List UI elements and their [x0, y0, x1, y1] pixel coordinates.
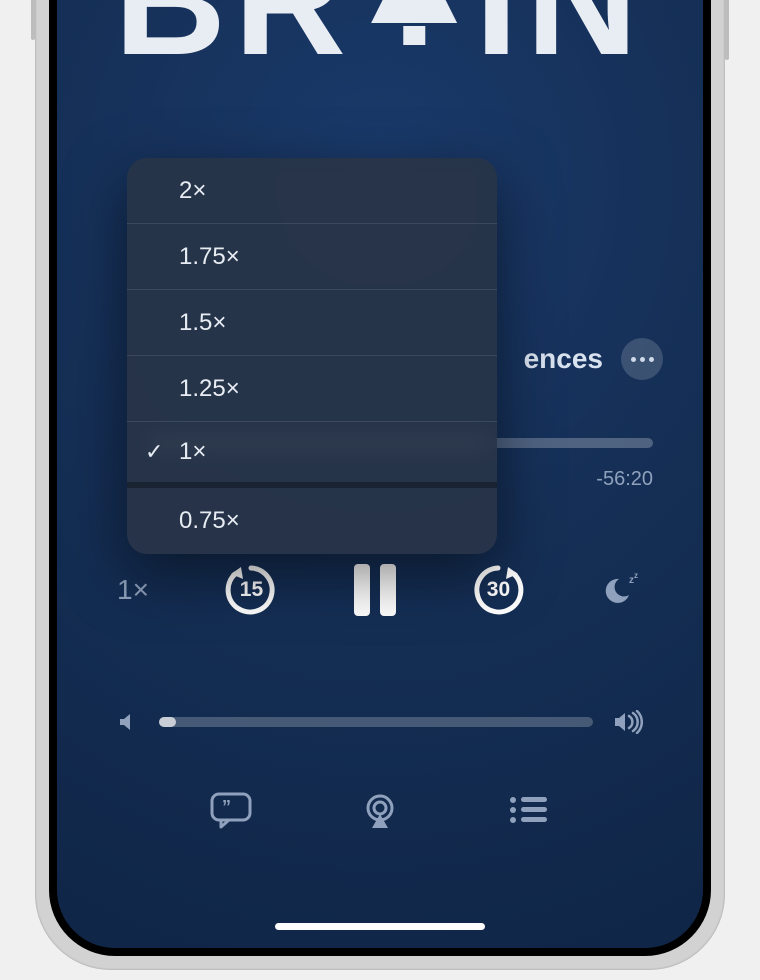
pause-button[interactable] [354, 564, 396, 616]
speed-option[interactable]: 0.75× [127, 488, 497, 554]
svg-text:”: ” [222, 797, 231, 817]
episode-title-row: ences [524, 338, 663, 380]
speed-option-label: 1.75× [179, 243, 240, 271]
skip-back-seconds: 15 [240, 578, 263, 602]
speed-option-label: 1.5× [179, 309, 226, 337]
phone-bezel: BRIN ences -56:20 1× 15 [49, 0, 711, 956]
skip-back-button[interactable]: 15 [221, 560, 281, 620]
airplay-icon [358, 790, 402, 830]
skip-forward-button[interactable]: 30 [468, 560, 528, 620]
volume-low-icon [117, 711, 139, 733]
queue-icon [507, 793, 551, 827]
speed-option-label: 0.75× [179, 507, 240, 535]
speed-option-label: 1.25× [179, 375, 240, 403]
queue-button[interactable] [506, 790, 552, 830]
sleep-timer-button[interactable]: z z [601, 569, 643, 611]
skip-forward-seconds: 30 [487, 578, 510, 602]
check-icon: ✓ [145, 439, 163, 465]
pause-icon [354, 564, 370, 616]
playback-speed-menu: 2× 1.75× 1.5× 1.25× ✓ 1× 0.75× [127, 158, 497, 554]
phone-side-button [31, 0, 35, 40]
volume-slider[interactable] [159, 717, 593, 727]
airplay-button[interactable] [357, 790, 403, 830]
transport-controls: 1× 15 30 [57, 560, 703, 620]
volume-row [117, 710, 643, 734]
episode-title-fragment: ences [524, 343, 603, 375]
speed-option-label: 1× [179, 438, 206, 466]
speed-option[interactable]: 2× [127, 158, 497, 224]
speed-option[interactable]: 1.25× [127, 356, 497, 422]
sleep-timer-icon: z z [601, 569, 643, 611]
artwork-title: BRIN [114, 0, 646, 90]
volume-high-icon [613, 710, 643, 734]
volume-fill [159, 717, 176, 727]
now-playing-screen: BRIN ences -56:20 1× 15 [57, 0, 703, 948]
more-button[interactable] [621, 338, 663, 380]
speed-option[interactable]: 1.75× [127, 224, 497, 290]
phone-frame: BRIN ences -56:20 1× 15 [35, 0, 725, 970]
bottom-toolbar: ” [57, 790, 703, 830]
time-remaining: -56:20 [596, 468, 653, 491]
speed-option-label: 2× [179, 177, 206, 205]
playback-speed-button[interactable]: 1× [117, 574, 149, 606]
speed-option[interactable]: 1.5× [127, 290, 497, 356]
svg-text:z: z [634, 571, 638, 580]
speed-option-selected[interactable]: ✓ 1× [127, 422, 497, 488]
pause-icon [380, 564, 396, 616]
phone-side-button [725, 0, 729, 60]
transcript-icon: ” [209, 791, 253, 829]
transcript-button[interactable]: ” [208, 790, 254, 830]
home-indicator[interactable] [275, 923, 485, 930]
